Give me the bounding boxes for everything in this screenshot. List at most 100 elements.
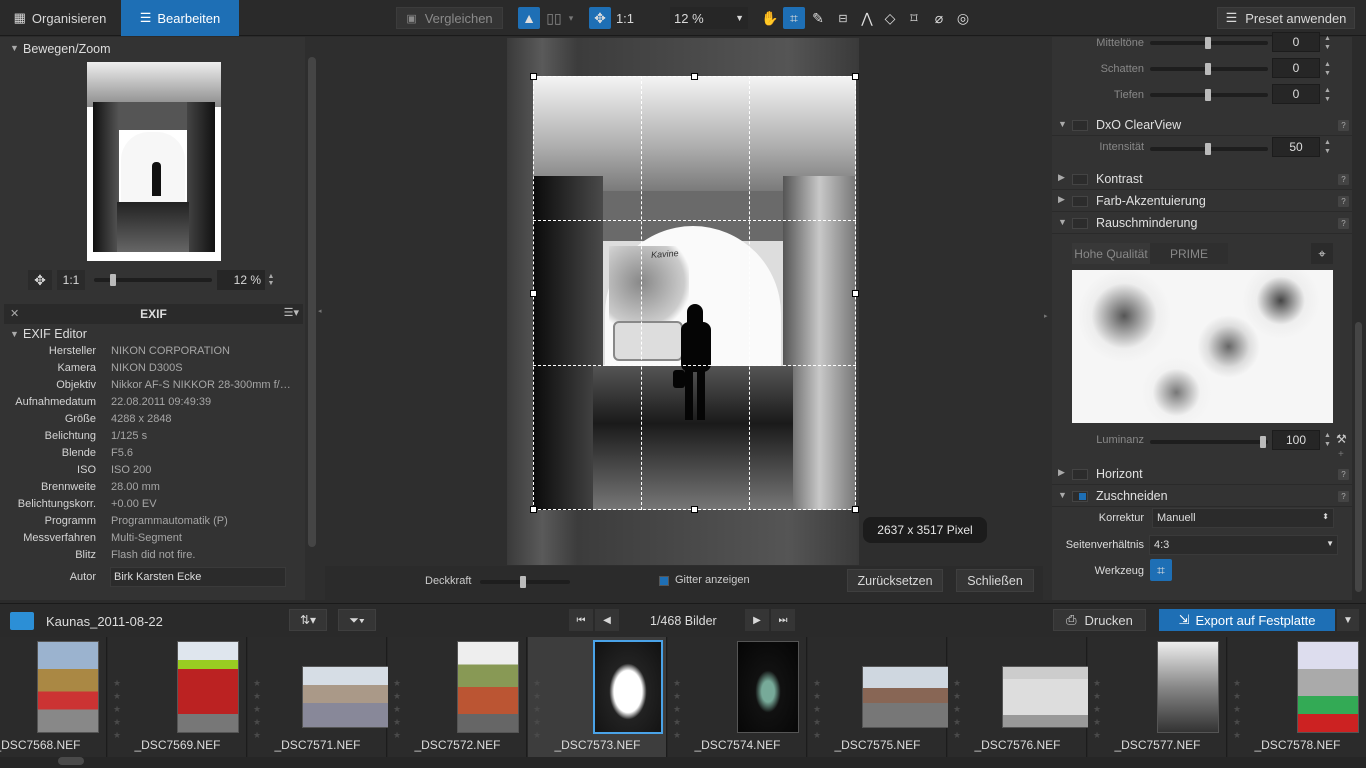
close-button[interactable]: Schließen bbox=[956, 569, 1034, 592]
filmstrip-item[interactable]: ★★★★★_DSC7568.NEF bbox=[0, 637, 107, 757]
color-accent-section[interactable]: ▶ Farb-Akzentuierung ? bbox=[1052, 190, 1352, 212]
repair-brush-icon[interactable]: ⌀ bbox=[928, 7, 950, 29]
filmstrip-item[interactable]: ★ ★ ★ ★ ★ _DSC7577.NEF bbox=[1088, 637, 1227, 757]
clearview-toggle[interactable] bbox=[1072, 120, 1088, 131]
color-accent-toggle[interactable] bbox=[1072, 196, 1088, 207]
tone-slider[interactable] bbox=[1150, 63, 1268, 75]
luminance-stepper[interactable]: ▲ ▼ bbox=[1324, 431, 1331, 449]
crop-tool-icon[interactable]: ⌗ bbox=[783, 7, 805, 29]
filmstrip-item[interactable]: ★ ★ ★ ★ ★ _DSC7576.NEF bbox=[948, 637, 1094, 757]
nav-zoom-slider-knob[interactable] bbox=[110, 274, 116, 286]
thumbnail-image[interactable] bbox=[737, 641, 799, 733]
rating-stars[interactable]: ★ ★ ★ ★ ★ bbox=[673, 677, 681, 742]
filter-button[interactable]: ⏷▾ bbox=[338, 609, 376, 631]
noise-section[interactable]: ▼ Rauschminderung ? bbox=[1052, 212, 1352, 234]
crop-handle[interactable] bbox=[530, 290, 537, 297]
filmstrip-item[interactable]: ★ ★ ★ ★ ★ _DSC7573.NEF bbox=[528, 637, 667, 757]
perspective-tool-icon[interactable]: ⋀ bbox=[856, 7, 878, 29]
magic-wand-icon[interactable]: ⚒ bbox=[1336, 432, 1347, 446]
contrast-section[interactable]: ▶ Kontrast ? bbox=[1052, 168, 1352, 190]
crop-frame[interactable] bbox=[533, 76, 856, 510]
first-image-button[interactable]: ⏮ bbox=[569, 609, 593, 631]
filmstrip-scrollbar[interactable] bbox=[58, 757, 84, 765]
split-view-dropdown-icon[interactable]: ▾ bbox=[565, 7, 577, 29]
export-dropdown-button[interactable]: ▼ bbox=[1337, 609, 1359, 631]
print-button[interactable]: ⎙ Drucken bbox=[1053, 609, 1146, 631]
sort-button[interactable]: ⇅▾ bbox=[289, 609, 327, 631]
crop-handle[interactable] bbox=[852, 506, 859, 513]
tone-slider-knob[interactable] bbox=[1205, 37, 1211, 49]
luminance-slider[interactable] bbox=[1150, 436, 1268, 448]
single-view-icon[interactable]: ▲ bbox=[518, 7, 540, 29]
crop-handle[interactable] bbox=[852, 73, 859, 80]
crop-tool-icon[interactable]: ⌗ bbox=[1150, 559, 1172, 581]
intensity-stepper[interactable]: ▲ ▼ bbox=[1324, 138, 1331, 156]
exif-editor-header[interactable]: ▼ EXIF Editor bbox=[0, 326, 305, 346]
zoom-select[interactable]: 12 % ▼ bbox=[670, 7, 748, 29]
ratio-select[interactable]: 4:3 ▼ bbox=[1149, 535, 1338, 555]
quality-prime-button[interactable]: PRIME bbox=[1150, 243, 1228, 264]
crop-toggle[interactable] bbox=[1072, 491, 1088, 502]
perspective-rect-icon[interactable]: ◇ bbox=[879, 7, 901, 29]
rating-stars[interactable]: ★ ★ ★ ★ ★ bbox=[1093, 677, 1101, 742]
filmstrip-item[interactable]: ★ ★ ★ ★ ★ _DSC7578.NEF bbox=[1228, 637, 1366, 757]
rating-stars[interactable]: ★ ★ ★ ★ ★ bbox=[813, 677, 821, 742]
folder-icon[interactable] bbox=[10, 612, 34, 630]
nav-zoom-field[interactable]: 12 % bbox=[217, 270, 265, 290]
correction-select[interactable]: Manuell ⬍ bbox=[1152, 508, 1334, 528]
thumbnail-image[interactable] bbox=[862, 666, 954, 728]
reset-button[interactable]: Zurücksetzen bbox=[847, 569, 943, 592]
tone-slider[interactable] bbox=[1150, 37, 1268, 49]
hand-tool-icon[interactable]: ✋ bbox=[759, 7, 781, 29]
tone-slider-knob[interactable] bbox=[1205, 63, 1211, 75]
compare-button[interactable]: ▣ Vergleichen bbox=[396, 7, 503, 29]
last-image-button[interactable]: ⏭ bbox=[771, 609, 795, 631]
next-image-button[interactable]: ▶ bbox=[745, 609, 769, 631]
help-icon[interactable]: ? bbox=[1338, 120, 1349, 131]
crop-handle[interactable] bbox=[530, 73, 537, 80]
eyedropper-icon[interactable]: ✎ bbox=[807, 7, 829, 29]
contrast-toggle[interactable] bbox=[1072, 174, 1088, 185]
red-eye-icon[interactable]: ◎ bbox=[952, 7, 974, 29]
right-panel-scrollbar[interactable] bbox=[1355, 322, 1362, 592]
filmstrip-item[interactable]: ★ ★ ★ ★ ★ _DSC7574.NEF bbox=[668, 637, 807, 757]
author-field[interactable]: Birk Karsten Ecke bbox=[110, 567, 286, 587]
horizon-section[interactable]: ▶ Horizont ? bbox=[1052, 463, 1352, 485]
thumbnail-image[interactable] bbox=[1297, 641, 1359, 733]
tab-organize[interactable]: ▦ Organisieren bbox=[0, 0, 120, 36]
crop-handle[interactable] bbox=[530, 506, 537, 513]
filmstrip-item[interactable]: ★ ★ ★ ★ ★ _DSC7572.NEF bbox=[388, 637, 527, 757]
rating-stars[interactable]: ★ ★ ★ ★ ★ bbox=[953, 677, 961, 742]
help-icon[interactable]: ? bbox=[1338, 174, 1349, 185]
thumbnail-image[interactable] bbox=[37, 641, 99, 733]
grid-checkbox[interactable] bbox=[659, 576, 669, 586]
preset-button[interactable]: ☰ Preset anwenden bbox=[1217, 7, 1355, 29]
export-button[interactable]: ⇲ Export auf Festplatte bbox=[1159, 609, 1335, 631]
crop-handle[interactable] bbox=[691, 506, 698, 513]
opacity-slider[interactable] bbox=[480, 576, 570, 588]
navigator-thumbnail[interactable] bbox=[87, 62, 221, 261]
split-view-icon[interactable]: ▯▯ bbox=[543, 7, 565, 29]
rating-stars[interactable]: ★ ★ ★ ★ ★ bbox=[393, 677, 401, 742]
prev-image-button[interactable]: ◀ bbox=[595, 609, 619, 631]
horizon-toggle[interactable] bbox=[1072, 469, 1088, 480]
zoom-1-1-button[interactable]: 1:1 bbox=[613, 7, 637, 29]
rating-stars[interactable]: ★ ★ ★ ★ ★ bbox=[533, 677, 541, 742]
nav-zoom-slider[interactable] bbox=[94, 274, 212, 286]
filmstrip-item[interactable]: ★ ★ ★ ★ ★ _DSC7571.NEF bbox=[248, 637, 394, 757]
add-icon[interactable]: + bbox=[1338, 449, 1344, 460]
noise-toggle[interactable] bbox=[1072, 218, 1088, 229]
rating-stars[interactable]: ★ ★ ★ ★ ★ bbox=[253, 677, 261, 742]
nav-move-icon[interactable]: ✥ bbox=[28, 270, 52, 290]
thumbnail-image[interactable] bbox=[1157, 641, 1219, 733]
clearview-section[interactable]: ▼ DxO ClearView ? bbox=[1052, 114, 1352, 136]
help-icon[interactable]: ? bbox=[1338, 491, 1349, 502]
tab-edit[interactable]: ☰ Bearbeiten bbox=[121, 0, 239, 36]
help-icon[interactable]: ? bbox=[1338, 218, 1349, 229]
tone-stepper[interactable]: ▲ ▼ bbox=[1324, 60, 1331, 78]
help-icon[interactable]: ? bbox=[1338, 196, 1349, 207]
nav-zoom-stepper[interactable]: ▲ ▼ bbox=[266, 272, 276, 288]
tone-stepper[interactable]: ▲ ▼ bbox=[1324, 34, 1331, 52]
thumbnail-image[interactable] bbox=[177, 641, 239, 733]
nav-1-1-button[interactable]: 1:1 bbox=[57, 270, 85, 290]
